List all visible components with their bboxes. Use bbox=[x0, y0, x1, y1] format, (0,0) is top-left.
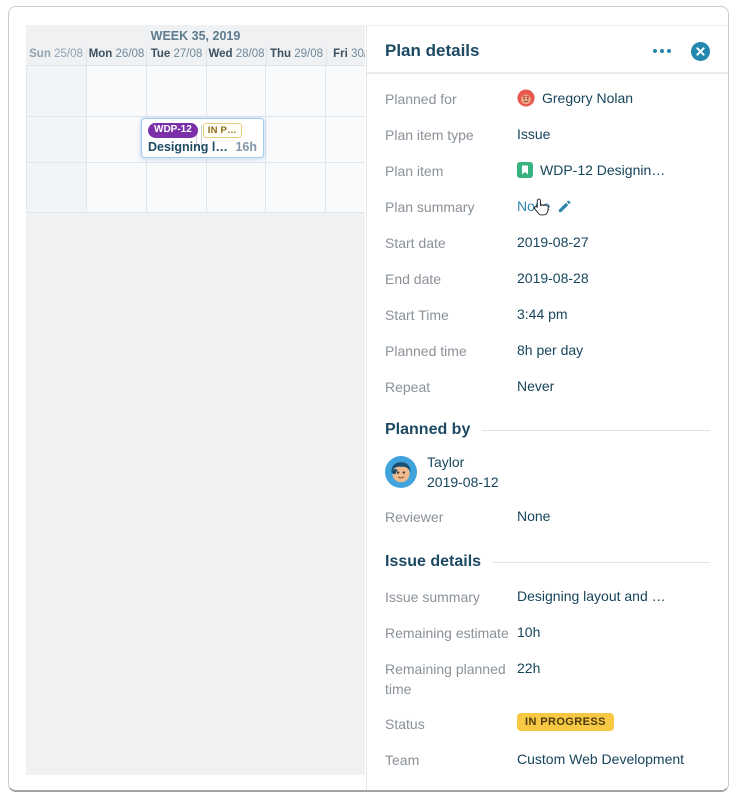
start-date-value: 2019-08-27 bbox=[517, 232, 589, 252]
repeat-value: Never bbox=[517, 376, 554, 396]
calendar-row-1 bbox=[26, 65, 365, 117]
calendar-day-cell[interactable] bbox=[326, 117, 365, 163]
planned-by-section-heading: Planned by bbox=[385, 420, 710, 440]
field-end-date: End date 2019-08-28 bbox=[385, 268, 710, 290]
calendar-day-cell[interactable] bbox=[27, 66, 87, 117]
event-status-badge: IN P… bbox=[203, 123, 242, 138]
calendar-day-cell[interactable] bbox=[87, 163, 147, 213]
field-status: Status IN PROGRESS bbox=[385, 713, 710, 735]
field-plan-item-type: Plan item type Issue bbox=[385, 124, 710, 146]
remaining-planned-time-value: 22h bbox=[517, 658, 540, 678]
planned-by-date: 2019-08-12 bbox=[427, 472, 499, 492]
calendar-day-cell[interactable] bbox=[87, 117, 147, 163]
day-header-sun: Sun 25/08 bbox=[26, 46, 86, 65]
field-team: Team Custom Web Development bbox=[385, 749, 710, 771]
remaining-estimate-value: 10h bbox=[517, 622, 540, 642]
calendar-day-cell[interactable] bbox=[266, 117, 326, 163]
issue-details-section-heading: Issue details bbox=[385, 552, 710, 572]
plan-details-panel: Plan details Planned for Gregory Nolan P… bbox=[366, 25, 728, 791]
plan-item-type-value: Issue bbox=[517, 124, 550, 144]
calendar-day-cell[interactable] bbox=[87, 66, 147, 117]
calendar-day-cell[interactable] bbox=[207, 66, 267, 117]
reviewer-value: None bbox=[517, 506, 550, 526]
calendar-day-cell[interactable] bbox=[326, 66, 365, 117]
field-plan-summary: Plan summary None bbox=[385, 196, 710, 218]
event-badges: WDP-12 IN P… bbox=[148, 123, 257, 138]
calendar-day-cell[interactable] bbox=[207, 163, 267, 213]
calendar-day-cell[interactable] bbox=[266, 163, 326, 213]
taylor-avatar bbox=[385, 456, 417, 488]
week-title: WEEK 35, 2019 bbox=[26, 25, 365, 43]
end-date-value: 2019-08-28 bbox=[517, 268, 589, 288]
header-divider bbox=[367, 72, 728, 74]
calendar-day-cell[interactable] bbox=[326, 163, 365, 213]
calendar-day-cell[interactable] bbox=[27, 163, 87, 213]
day-header-row: Sun 25/08 Mon 26/08 Tue 27/08 Wed 28/08 … bbox=[26, 46, 365, 65]
planned-for-value: Gregory Nolan bbox=[542, 88, 633, 108]
close-icon[interactable] bbox=[691, 42, 710, 61]
day-header-fri: Fri 30/08 bbox=[326, 46, 365, 65]
field-issue-summary: Issue summary Designing layout and … bbox=[385, 586, 710, 608]
calendar-day-cell[interactable] bbox=[266, 66, 326, 117]
calendar-day-cell[interactable] bbox=[147, 66, 207, 117]
calendar-day-cell[interactable] bbox=[147, 163, 207, 213]
field-plan-item: Plan item WDP-12 Designin… bbox=[385, 160, 710, 182]
plan-item-value[interactable]: WDP-12 Designin… bbox=[540, 160, 665, 180]
pencil-icon[interactable] bbox=[557, 199, 572, 214]
day-header-mon: Mon 26/08 bbox=[86, 46, 146, 65]
section-rule bbox=[493, 562, 710, 563]
field-start-date: Start date 2019-08-27 bbox=[385, 232, 710, 254]
issue-key-badge: WDP-12 bbox=[148, 123, 198, 138]
plan-summary-none-link[interactable]: None bbox=[517, 196, 550, 216]
field-reviewer: Reviewer None bbox=[385, 506, 710, 528]
panel-title: Plan details bbox=[385, 41, 651, 61]
start-time-value: 3:44 pm bbox=[517, 304, 568, 324]
planned-time-value: 8h per day bbox=[517, 340, 583, 360]
field-remaining-estimate: Remaining estimate 10h bbox=[385, 622, 710, 644]
field-remaining-planned-time: Remaining planned time 22h bbox=[385, 658, 710, 699]
calendar-week-view: WEEK 35, 2019 Sun 25/08 Mon 26/08 Tue 27… bbox=[26, 25, 365, 775]
calendar-row-3 bbox=[26, 163, 365, 213]
app-window: WEEK 35, 2019 Sun 25/08 Mon 26/08 Tue 27… bbox=[8, 6, 729, 792]
event-hours: 16h bbox=[235, 140, 257, 155]
day-header-thu: Thu 29/08 bbox=[266, 46, 326, 65]
day-header-wed: Wed 28/08 bbox=[206, 46, 266, 65]
status-badge: IN PROGRESS bbox=[517, 713, 614, 731]
field-start-time: Start Time 3:44 pm bbox=[385, 304, 710, 326]
planned-by-person: Taylor 2019-08-12 bbox=[385, 452, 710, 492]
team-value: Custom Web Development bbox=[517, 749, 684, 769]
field-planned-time: Planned time 8h per day bbox=[385, 340, 710, 362]
issue-summary-value: Designing layout and … bbox=[517, 586, 666, 606]
gregory-avatar bbox=[517, 89, 535, 107]
calendar-day-cell[interactable] bbox=[27, 117, 87, 163]
plan-event-card[interactable]: WDP-12 IN P… Designing l… 16h bbox=[141, 118, 264, 158]
story-icon bbox=[517, 162, 533, 178]
panel-header: Plan details bbox=[385, 40, 710, 62]
day-header-tue: Tue 27/08 bbox=[146, 46, 206, 65]
planned-by-name: Taylor bbox=[427, 452, 499, 472]
field-repeat: Repeat Never bbox=[385, 376, 710, 398]
field-planned-for: Planned for Gregory Nolan bbox=[385, 88, 710, 110]
section-rule bbox=[482, 430, 710, 431]
ellipsis-menu-icon[interactable] bbox=[651, 45, 673, 57]
event-summary-row: Designing l… 16h bbox=[148, 140, 257, 155]
event-summary: Designing l… bbox=[148, 140, 228, 155]
